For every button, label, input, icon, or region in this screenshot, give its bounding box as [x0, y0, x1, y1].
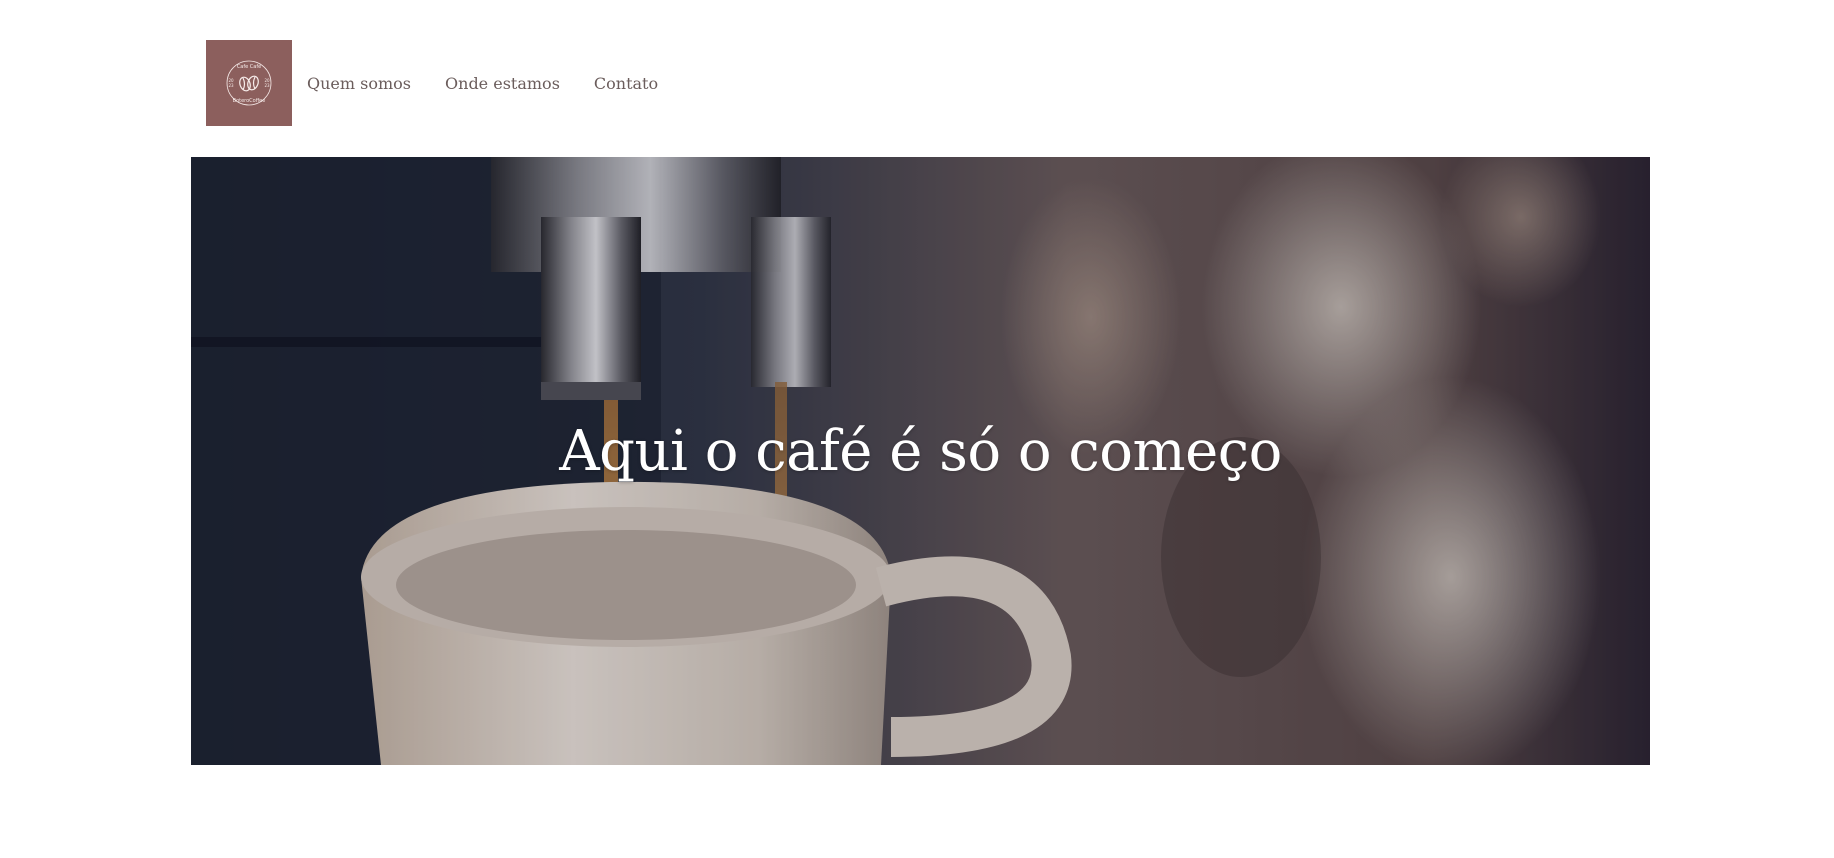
- logo[interactable]: Cafe Café BoteroCoffee 20 23 20 23: [206, 40, 292, 126]
- page: Cafe Café BoteroCoffee 20 23 20 23 Quem …: [0, 0, 1834, 858]
- site-header: Cafe Café BoteroCoffee 20 23 20 23 Quem …: [206, 40, 692, 126]
- main-nav: Quem somos Onde estamos Contato: [307, 74, 692, 93]
- logo-ring-text-top: Cafe Café: [237, 63, 261, 70]
- nav-link-onde-estamos[interactable]: Onde estamos: [445, 74, 560, 93]
- svg-text:23: 23: [264, 83, 270, 88]
- logo-ring-text-bottom: BoteroCoffee: [233, 98, 266, 104]
- svg-text:23: 23: [228, 83, 234, 88]
- hero-title: Aqui o café é só o começo: [559, 418, 1282, 484]
- nav-link-contato[interactable]: Contato: [594, 74, 658, 93]
- coffee-beans-icon: Cafe Café BoteroCoffee 20 23 20 23: [226, 60, 272, 106]
- hero-banner: Aqui o café é só o começo: [191, 157, 1650, 765]
- nav-link-quem-somos[interactable]: Quem somos: [307, 74, 411, 93]
